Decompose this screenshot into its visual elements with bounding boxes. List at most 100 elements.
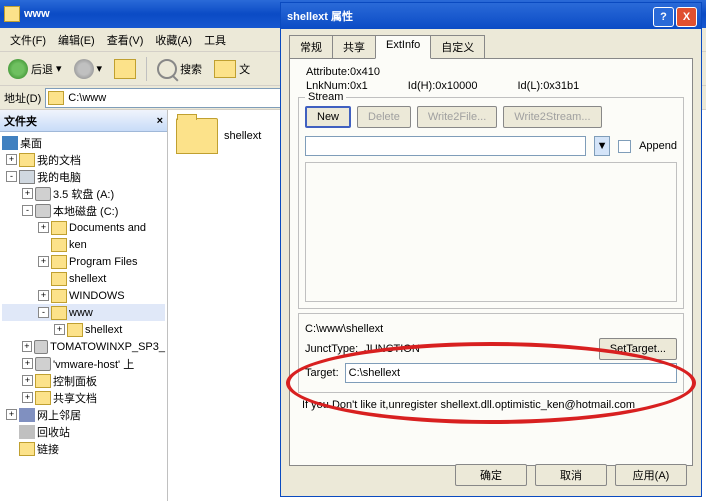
folder-icon — [51, 221, 67, 235]
idh-label: Id(H):0x10000 — [408, 80, 478, 92]
tab-general[interactable]: 常规 — [289, 35, 333, 58]
target-input[interactable]: C:\shellext — [345, 363, 677, 383]
tree-shared[interactable]: +共享文档 — [2, 389, 165, 406]
up-button[interactable] — [110, 57, 140, 81]
menu-file[interactable]: 文件(F) — [4, 30, 52, 50]
append-label: Append — [639, 140, 677, 152]
cd-icon — [34, 340, 48, 354]
tab-custom[interactable]: 自定义 — [430, 35, 485, 58]
folder-icon — [19, 442, 35, 456]
address-label: 地址(D) — [4, 90, 41, 106]
juncttype-value: JUNCTION — [364, 343, 593, 355]
tree-ctrlpanel[interactable]: +控制面板 — [2, 372, 165, 389]
target-label: Target: — [305, 367, 339, 379]
dialog-title: shellext 属性 — [287, 8, 353, 24]
menu-favorites[interactable]: 收藏(A) — [149, 30, 198, 50]
tree-network[interactable]: +网上邻居 — [2, 406, 165, 423]
expand-icon[interactable]: + — [22, 188, 33, 199]
address-path: C:\www — [68, 92, 106, 104]
tree-progfiles[interactable]: +Program Files — [2, 253, 165, 270]
stream-content — [305, 162, 677, 302]
expand-icon[interactable]: + — [22, 392, 33, 403]
tab-row: 常规 共享 ExtInfo 自定义 — [281, 29, 701, 58]
tab-sharing[interactable]: 共享 — [332, 35, 376, 58]
folder-icon — [51, 238, 67, 252]
network-icon — [19, 408, 35, 422]
tree-shellext-sub[interactable]: +shellext — [2, 321, 165, 338]
folders-button[interactable]: 文 — [210, 58, 254, 80]
tree-header: 文件夹 × — [0, 110, 167, 132]
stream-legend: Stream — [305, 91, 346, 103]
menu-edit[interactable]: 编辑(E) — [52, 30, 101, 50]
settarget-button[interactable]: SetTarget... — [599, 338, 677, 360]
ok-button[interactable]: 确定 — [455, 464, 527, 486]
tree-www[interactable]: -www — [2, 304, 165, 321]
file-name: shellext — [224, 130, 261, 142]
tree-desktop[interactable]: 桌面 — [2, 134, 165, 151]
expand-icon[interactable]: + — [38, 222, 49, 233]
folder-icon — [19, 153, 35, 167]
expand-icon[interactable]: + — [6, 409, 17, 420]
forward-icon — [74, 59, 94, 79]
stream-group: Stream New Delete Write2File... Write2St… — [298, 97, 684, 309]
expand-icon[interactable]: + — [22, 341, 32, 352]
dialog-close-button[interactable]: X — [676, 7, 697, 27]
folder-icon — [51, 306, 67, 320]
collapse-icon[interactable]: - — [22, 205, 33, 216]
append-checkbox[interactable] — [618, 140, 631, 153]
properties-dialog: shellext 属性 ? X 常规 共享 ExtInfo 自定义 Attrib… — [280, 2, 702, 497]
expand-icon[interactable]: + — [38, 256, 49, 267]
tree-mycomputer[interactable]: -我的电脑 — [2, 168, 165, 185]
dialog-titlebar[interactable]: shellext 属性 ? X — [281, 3, 701, 29]
tree-recycle[interactable]: 回收站 — [2, 423, 165, 440]
tree-mydocs[interactable]: +我的文档 — [2, 151, 165, 168]
tree-cdrive[interactable]: -本地磁盘 (C:) — [2, 202, 165, 219]
folder-icon — [51, 289, 67, 303]
desktop-icon — [2, 136, 18, 150]
collapse-icon[interactable]: - — [6, 171, 17, 182]
tree-shellext[interactable]: shellext — [2, 270, 165, 287]
menu-tools[interactable]: 工具 — [198, 30, 232, 50]
new-button[interactable]: New — [305, 106, 351, 128]
junct-path: C:\www\shellext — [305, 323, 383, 335]
floppy-icon — [35, 187, 51, 201]
control-panel-icon — [35, 374, 51, 388]
tree-tomato[interactable]: +TOMATOWINXP_SP3_ — [2, 338, 165, 355]
tree-docs[interactable]: +Documents and — [2, 219, 165, 236]
tree-ken[interactable]: ken — [2, 236, 165, 253]
collapse-icon[interactable]: - — [38, 307, 49, 318]
back-button[interactable]: 后退 ▾ — [4, 57, 66, 81]
forward-button[interactable]: ▾ — [70, 57, 107, 81]
tree-vmware[interactable]: +'vmware-host' 上 — [2, 355, 165, 372]
combo-arrow-icon[interactable]: ▼ — [594, 136, 610, 156]
folder-icon — [35, 391, 51, 405]
cancel-button[interactable]: 取消 — [535, 464, 607, 486]
apply-button[interactable]: 应用(A) — [615, 464, 687, 486]
juncttype-label: JunctType: — [305, 343, 358, 355]
expand-icon[interactable]: + — [54, 324, 65, 335]
stream-combo[interactable] — [305, 136, 586, 156]
tree-windows[interactable]: +WINDOWS — [2, 287, 165, 304]
help-button[interactable]: ? — [653, 7, 674, 27]
folder-icon — [51, 255, 67, 269]
folder-icon — [176, 118, 218, 154]
tree-close-button[interactable]: × — [157, 115, 163, 127]
attribute-label: Attribute:0x410 — [306, 66, 380, 78]
search-button[interactable]: 搜索 — [153, 57, 206, 81]
back-icon — [8, 59, 28, 79]
delete-button: Delete — [357, 106, 411, 128]
tab-extinfo[interactable]: ExtInfo — [375, 35, 431, 59]
tree-body[interactable]: 桌面 +我的文档 -我的电脑 +3.5 软盘 (A:) -本地磁盘 (C:) +… — [0, 132, 167, 501]
expand-icon[interactable]: + — [22, 375, 33, 386]
expand-icon[interactable]: + — [38, 290, 49, 301]
folder-tree-panel: 文件夹 × 桌面 +我的文档 -我的电脑 +3.5 软盘 (A:) -本地磁盘 … — [0, 110, 168, 501]
expand-icon[interactable]: + — [6, 154, 17, 165]
idl-label: Id(L):0x31b1 — [518, 80, 580, 92]
tree-links[interactable]: 链接 — [2, 440, 165, 457]
folder-icon — [51, 272, 67, 286]
folder-icon — [67, 323, 83, 337]
drive-icon — [35, 204, 51, 218]
tree-floppy[interactable]: +3.5 软盘 (A:) — [2, 185, 165, 202]
expand-icon[interactable]: + — [22, 358, 33, 369]
menu-view[interactable]: 查看(V) — [101, 30, 150, 50]
